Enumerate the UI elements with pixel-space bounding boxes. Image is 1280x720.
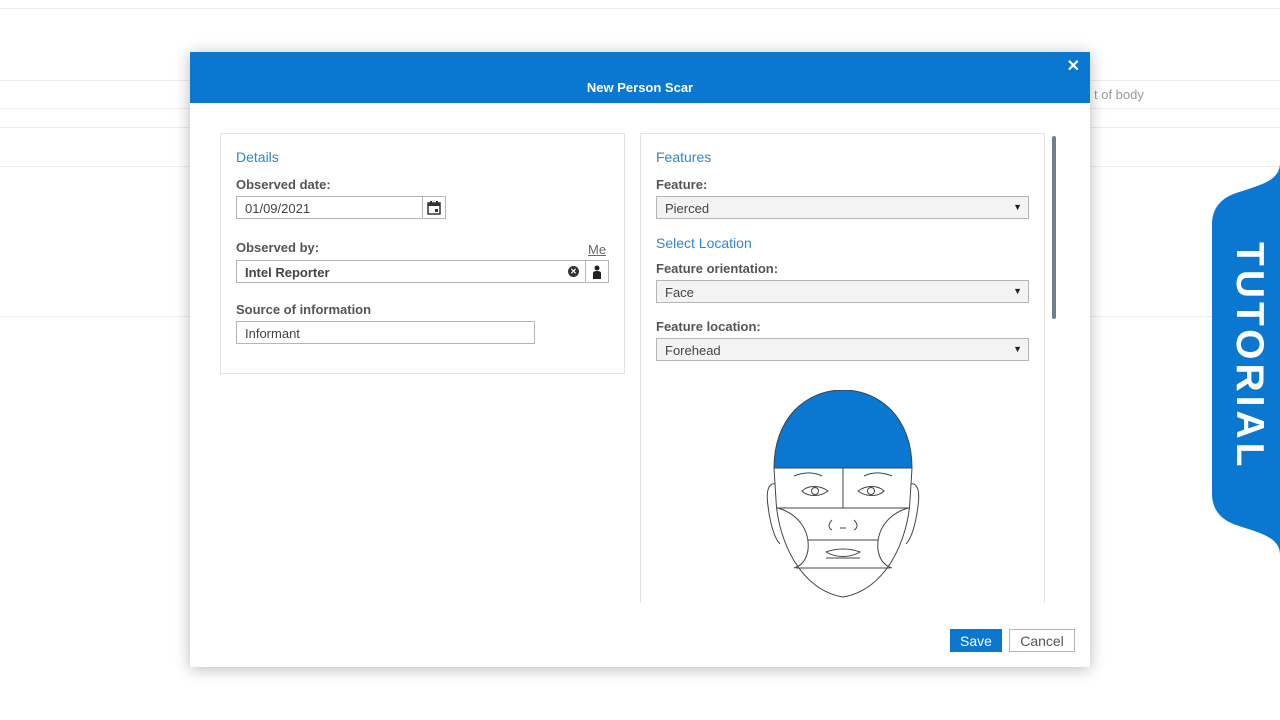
observed-by-input[interactable]: Intel Reporter ✕ [236, 260, 586, 283]
clear-icon[interactable]: ✕ [568, 266, 579, 277]
features-heading: Features [656, 149, 712, 165]
tutorial-label[interactable]: TUTORIAL [1215, 186, 1280, 526]
observed-date-input[interactable]: 01/09/2021 [236, 196, 423, 219]
source-input[interactable]: Informant [236, 321, 535, 344]
dialog-header: New Person Scar ✕ [190, 52, 1090, 103]
observed-by-value: Intel Reporter [245, 265, 330, 280]
select-location-heading: Select Location [656, 235, 752, 251]
background-column-text: t of body [1094, 87, 1144, 102]
feature-location-select[interactable]: Forehead ▼ [656, 338, 1029, 361]
close-icon[interactable]: ✕ [1067, 56, 1080, 76]
dropdown-caret-icon: ▼ [1013, 286, 1022, 296]
feature-location-value: Forehead [665, 343, 721, 358]
dialog-title: New Person Scar [586, 80, 694, 95]
feature-value: Pierced [665, 201, 710, 216]
person-icon[interactable] [585, 260, 609, 283]
feature-orientation-value: Face [665, 285, 694, 300]
observed-date-label: Observed date: [236, 177, 331, 192]
dropdown-caret-icon: ▼ [1013, 344, 1022, 354]
details-panel: Details Observed date: 01/09/2021 Observ… [220, 133, 625, 374]
feature-select[interactable]: Pierced ▼ [656, 196, 1029, 219]
face-location-diagram [766, 390, 920, 598]
observed-by-label: Observed by: [236, 240, 320, 255]
save-button[interactable]: Save [950, 629, 1002, 652]
calendar-icon[interactable] [422, 196, 446, 219]
new-person-scar-dialog: New Person Scar ✕ Details Observed date:… [190, 52, 1090, 667]
feature-label: Feature: [656, 177, 708, 192]
details-heading: Details [236, 149, 279, 165]
features-scrollbar[interactable] [1052, 136, 1056, 319]
features-panel: Features Feature: Pierced ▼ Select Locat… [640, 133, 1045, 603]
feature-location-label: Feature location: [656, 319, 761, 334]
feature-orientation-select[interactable]: Face ▼ [656, 280, 1029, 303]
me-link[interactable]: Me [588, 242, 606, 257]
forehead-region [773, 390, 913, 469]
dropdown-caret-icon: ▼ [1013, 202, 1022, 212]
background-divider [0, 8, 1280, 9]
feature-orientation-label: Feature orientation: [656, 261, 779, 276]
source-label: Source of information [236, 302, 372, 317]
cancel-button[interactable]: Cancel [1009, 629, 1075, 652]
